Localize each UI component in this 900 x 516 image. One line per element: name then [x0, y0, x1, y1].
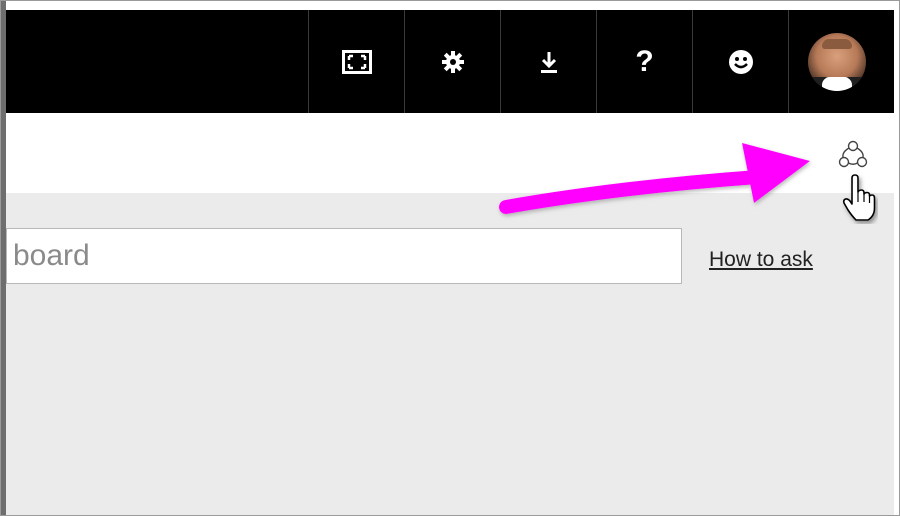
- dashboard-content: How to ask: [6, 193, 894, 516]
- qa-question-input[interactable]: [6, 228, 682, 284]
- gear-icon: [441, 50, 464, 73]
- app-window: ? board How to ask: [0, 0, 900, 516]
- top-navigation-bar: ?: [6, 10, 894, 113]
- fullscreen-icon: [341, 49, 372, 74]
- fullscreen-button[interactable]: [308, 10, 404, 113]
- share-icon: [838, 140, 868, 168]
- download-icon: [540, 51, 557, 73]
- help-button[interactable]: ?: [596, 10, 692, 113]
- avatar-shirt: [821, 76, 852, 91]
- account-button[interactable]: [788, 10, 884, 113]
- settings-button[interactable]: [404, 10, 500, 113]
- question-icon: ?: [635, 44, 654, 78]
- window-top-edge: [0, 0, 900, 10]
- how-to-ask-link[interactable]: How to ask: [709, 248, 813, 272]
- dashboard-toolbar: [6, 113, 894, 193]
- avatar-hair: [821, 38, 852, 49]
- smiley-icon: [728, 49, 753, 74]
- share-button[interactable]: [836, 137, 870, 171]
- user-avatar: [807, 32, 866, 91]
- feedback-button[interactable]: [692, 10, 788, 113]
- download-button[interactable]: [500, 10, 596, 113]
